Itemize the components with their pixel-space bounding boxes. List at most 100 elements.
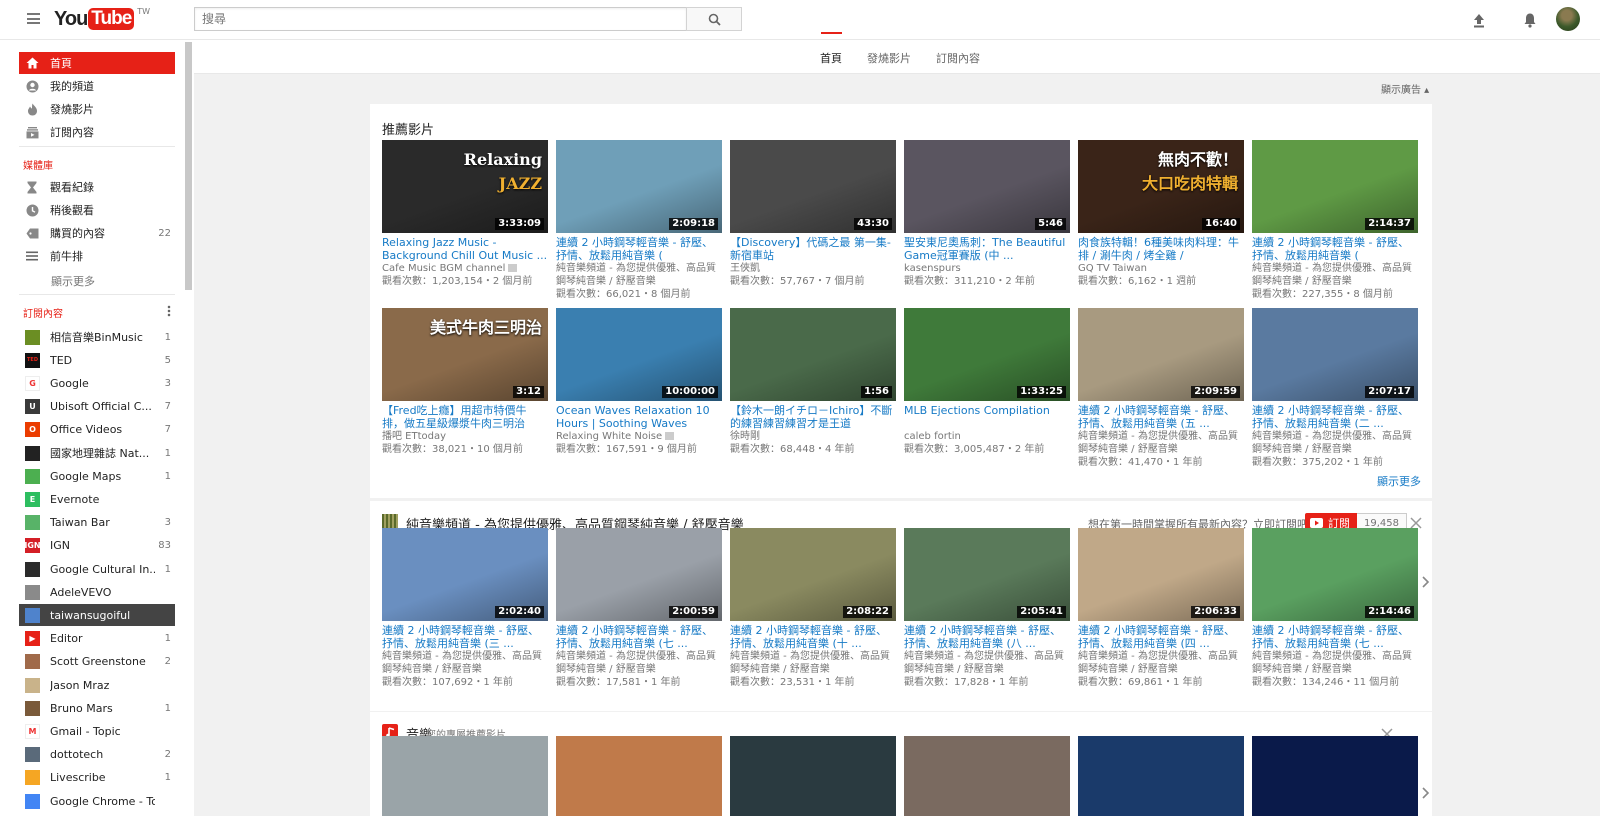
video-thumbnail[interactable]: 2:09:59 <box>1078 308 1244 401</box>
video-thumbnail[interactable]: 1:33:25 <box>904 308 1070 401</box>
video-title[interactable]: 連續 2 小時鋼琴輕音樂 - 舒壓、抒情、放鬆用純音樂 (五 ... <box>1078 404 1244 430</box>
video-title[interactable]: 肉食族特輯！6種美味肉料理：牛排 / 涮牛肉 / 烤全雞 / <box>1078 236 1244 262</box>
video-card[interactable]: 2:06:33 連續 2 小時鋼琴輕音樂 - 舒壓、抒情、放鬆用純音樂 (四 ..… <box>1078 528 1244 689</box>
video-card[interactable]: 5:46 聖安東尼奧馬刺：The Beautiful Game冠軍賽版 (中 ..… <box>904 140 1070 288</box>
video-thumbnail[interactable]: 無肉不歡！ 大口吃肉特輯 16:40 <box>1078 140 1244 233</box>
video-title[interactable]: 連續 2 小時鋼琴輕音樂 - 舒壓、抒情、放鬆用純音樂 (十 ... <box>730 624 896 650</box>
video-title[interactable]: MLB Ejections Compilation <box>904 404 1070 430</box>
video-thumbnail[interactable] <box>730 736 896 816</box>
subscription-item[interactable]: Jason Mraz <box>19 674 175 696</box>
video-title[interactable]: 【Discovery】代碼之最 第一集-新宿車站 <box>730 236 896 262</box>
video-card[interactable]: 美式牛肉三明治 3:12 【Fred吃上癮】用超市特價牛排，做五星級爆漿牛肉三明治播… <box>382 308 548 456</box>
video-thumbnail[interactable]: 43:30 <box>730 140 896 233</box>
video-title[interactable]: 連續 2 小時鋼琴輕音樂 - 舒壓、抒情、放鬆用純音樂 ( <box>556 236 722 262</box>
show-ads-toggle[interactable]: 顯示廣告 ▴ <box>1381 81 1429 96</box>
video-thumbnail[interactable]: 2:07:17 <box>1252 308 1418 401</box>
subscription-item[interactable]: Bruno Mars 1 <box>19 697 175 719</box>
video-card[interactable]: 2:14:46 連續 2 小時鋼琴輕音樂 - 舒壓、抒情、放鬆用純音樂 (七 ..… <box>1252 528 1418 689</box>
subscription-item[interactable]: M Gmail - Topic <box>19 720 175 742</box>
subscription-item[interactable]: taiwansugoiful <box>19 604 175 627</box>
subscription-item[interactable]: Taiwan Bar 3 <box>19 512 175 534</box>
channel-name[interactable]: 徐時剛 <box>730 430 896 443</box>
channel-name[interactable]: Relaxing White Noise <box>556 430 722 443</box>
video-card[interactable]: 2:09:59 連續 2 小時鋼琴輕音樂 - 舒壓、抒情、放鬆用純音樂 (五 ..… <box>1078 308 1244 469</box>
sidebar-item-home[interactable]: 首頁 <box>19 52 175 74</box>
subscription-item[interactable]: IGN IGN 83 <box>19 535 175 557</box>
video-thumbnail[interactable] <box>904 736 1070 816</box>
video-card[interactable]: Relaxing JAZZ 3:33:09 Relaxing Jazz Music -… <box>382 140 548 288</box>
sidebar-item-purchases[interactable]: 購買的內容 22 <box>19 222 175 244</box>
sidebar-item-trending[interactable]: 發燒影片 <box>19 98 175 120</box>
channel-name[interactable]: kasenspurs <box>904 262 1070 275</box>
video-thumbnail[interactable]: 10:00:00 <box>556 308 722 401</box>
subscription-item[interactable]: 國家地理雜誌 Nat... 1 <box>19 442 175 464</box>
subscription-item[interactable]: dottotech 2 <box>19 744 175 766</box>
channel-name[interactable]: caleb fortin <box>904 430 1070 443</box>
video-card[interactable]: 2:00:59 連續 2 小時鋼琴輕音樂 - 舒壓、抒情、放鬆用純音樂 (七 ..… <box>556 528 722 689</box>
video-thumbnail[interactable] <box>1078 736 1244 816</box>
tab-trending[interactable]: 發燒影片 <box>867 50 911 66</box>
video-title[interactable]: 【鈴木一朗イチロ－Ichiro】不斷的練習練習練習才是王道 <box>730 404 896 430</box>
sidebar-scrollbar[interactable] <box>185 42 192 290</box>
video-thumbnail[interactable]: 2:14:46 <box>1252 528 1418 621</box>
video-thumbnail[interactable]: Relaxing JAZZ 3:33:09 <box>382 140 548 233</box>
subscription-item[interactable]: G Google 3 <box>19 372 175 394</box>
chevron-right-icon[interactable] <box>1420 786 1430 800</box>
subscription-item[interactable]: O Office Videos 7 <box>19 419 175 441</box>
video-title[interactable]: 連續 2 小時鋼琴輕音樂 - 舒壓、抒情、放鬆用純音樂 (三 ... <box>382 624 548 650</box>
subscription-item[interactable]: Livescribe 1 <box>19 767 175 789</box>
subscription-item[interactable]: ▶ Editor 1 <box>19 628 175 650</box>
guide-menu-button[interactable] <box>27 13 40 24</box>
video-card[interactable]: 1:33:25 MLB Ejections Compilation caleb fo… <box>904 308 1070 456</box>
show-more-link[interactable]: 顯示更多 <box>51 273 95 289</box>
video-title[interactable]: Ocean Waves Relaxation 10 Hours | Soothi… <box>556 404 722 430</box>
video-title[interactable]: 連續 2 小時鋼琴輕音樂 - 舒壓、抒情、放鬆用純音樂 ( <box>1252 236 1418 262</box>
sidebar-item-playlist[interactable]: 前牛排 <box>19 245 175 267</box>
video-thumbnail[interactable]: 2:02:40 <box>382 528 548 621</box>
video-thumbnail[interactable]: 2:14:37 <box>1252 140 1418 233</box>
video-thumbnail[interactable]: 2:05:41 <box>904 528 1070 621</box>
channel-name[interactable]: 王俠凱 <box>730 262 896 275</box>
search-input[interactable] <box>194 7 686 31</box>
sidebar-item-watch-later[interactable]: 稍後觀看 <box>19 199 175 221</box>
video-title[interactable]: 連續 2 小時鋼琴輕音樂 - 舒壓、抒情、放鬆用純音樂 (四 ... <box>1078 624 1244 650</box>
video-card[interactable]: 43:30 【Discovery】代碼之最 第一集-新宿車站 王俠凱 觀看次數：57,… <box>730 140 896 288</box>
video-card[interactable] <box>382 736 548 816</box>
video-thumbnail[interactable] <box>556 736 722 816</box>
video-title[interactable]: Relaxing Jazz Music - Background Chill O… <box>382 236 548 262</box>
video-card[interactable] <box>556 736 722 816</box>
subscription-item[interactable]: Google Cultural In... 1 <box>19 558 175 580</box>
video-thumbnail[interactable]: 2:08:22 <box>730 528 896 621</box>
video-thumbnail[interactable] <box>1252 736 1418 816</box>
video-card[interactable] <box>1078 736 1244 816</box>
notifications-button[interactable] <box>1518 8 1542 32</box>
video-card[interactable]: 2:09:18 連續 2 小時鋼琴輕音樂 - 舒壓、抒情、放鬆用純音樂 (純音樂頻… <box>556 140 722 301</box>
video-thumbnail[interactable]: 2:06:33 <box>1078 528 1244 621</box>
video-thumbnail[interactable]: 5:46 <box>904 140 1070 233</box>
video-card[interactable]: 2:07:17 連續 2 小時鋼琴輕音樂 - 舒壓、抒情、放鬆用純音樂 (二 ..… <box>1252 308 1418 469</box>
video-card[interactable]: 2:02:40 連續 2 小時鋼琴輕音樂 - 舒壓、抒情、放鬆用純音樂 (三 ..… <box>382 528 548 689</box>
tab-subscriptions[interactable]: 訂閱內容 <box>936 50 980 66</box>
video-thumbnail[interactable]: 美式牛肉三明治 3:12 <box>382 308 548 401</box>
subscription-item[interactable]: TED TED 5 <box>19 349 175 371</box>
subscription-item[interactable]: E Evernote <box>19 488 175 510</box>
channel-name[interactable]: Cafe Music BGM channel <box>382 262 548 275</box>
sidebar-item-my-channel[interactable]: 我的頻道 <box>19 75 175 97</box>
video-card[interactable] <box>1252 736 1418 816</box>
video-thumbnail[interactable]: 2:09:18 <box>556 140 722 233</box>
more-vert-icon[interactable] <box>167 305 171 317</box>
subscription-item[interactable]: Google Chrome - Topic <box>19 790 175 812</box>
channel-name[interactable]: GQ TV Taiwan <box>1078 262 1244 275</box>
video-title[interactable]: 連續 2 小時鋼琴輕音樂 - 舒壓、抒情、放鬆用純音樂 (七 ... <box>1252 624 1418 650</box>
video-title[interactable]: 連續 2 小時鋼琴輕音樂 - 舒壓、抒情、放鬆用純音樂 (二 ... <box>1252 404 1418 430</box>
subscription-item[interactable]: Google Maps 1 <box>19 465 175 487</box>
video-title[interactable]: 【Fred吃上癮】用超市特價牛排，做五星級爆漿牛肉三明治 <box>382 404 548 430</box>
chevron-right-icon[interactable] <box>1420 575 1430 589</box>
video-card[interactable] <box>730 736 896 816</box>
video-thumbnail[interactable]: 2:00:59 <box>556 528 722 621</box>
video-card[interactable]: 2:05:41 連續 2 小時鋼琴輕音樂 - 舒壓、抒情、放鬆用純音樂 (八 ..… <box>904 528 1070 689</box>
sidebar-item-history[interactable]: 觀看紀錄 <box>19 176 175 198</box>
youtube-logo[interactable]: You Tube TW <box>54 7 150 32</box>
subscription-item[interactable]: Scott Greenstone 2 <box>19 651 175 673</box>
subscription-item[interactable]: U Ubisoft Official C... 7 <box>19 396 175 418</box>
